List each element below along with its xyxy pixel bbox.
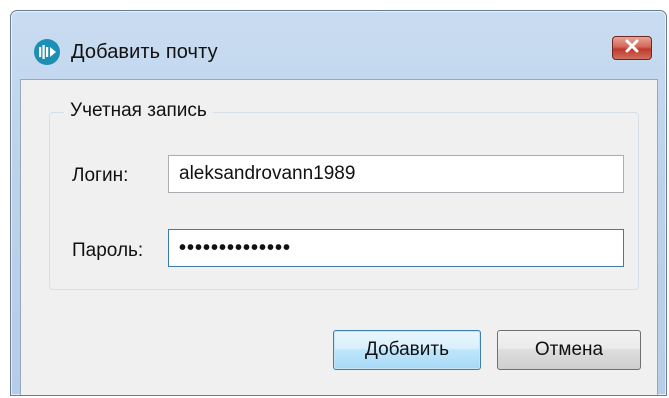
group-legend: Учетная запись [64, 100, 213, 122]
add-button[interactable]: Добавить [333, 330, 481, 370]
cancel-button[interactable]: Отмена [497, 330, 641, 370]
title-bar[interactable]: Добавить почту [11, 11, 666, 79]
password-field[interactable]: •••••••••••••• [168, 229, 624, 267]
password-mask: •••••••••••••• [179, 236, 292, 259]
cancel-button-label: Отмена [534, 339, 604, 360]
close-button[interactable] [612, 36, 652, 60]
login-value: aleksandrovann1989 [179, 163, 356, 184]
dialog-body: Учетная запись Логин: aleksandrovann1989… [20, 79, 658, 395]
login-label: Логин: [72, 165, 129, 186]
close-icon [624, 39, 640, 58]
app-logo-icon [33, 38, 61, 66]
add-mail-dialog: Добавить почту Учетная запись Логин: ale… [10, 10, 667, 396]
account-groupbox: Учетная запись Логин: aleksandrovann1989… [49, 100, 639, 290]
login-field[interactable]: aleksandrovann1989 [168, 155, 624, 193]
password-label: Пароль: [72, 240, 144, 261]
window-title: Добавить почту [71, 41, 218, 63]
add-button-label: Добавить [365, 339, 449, 360]
